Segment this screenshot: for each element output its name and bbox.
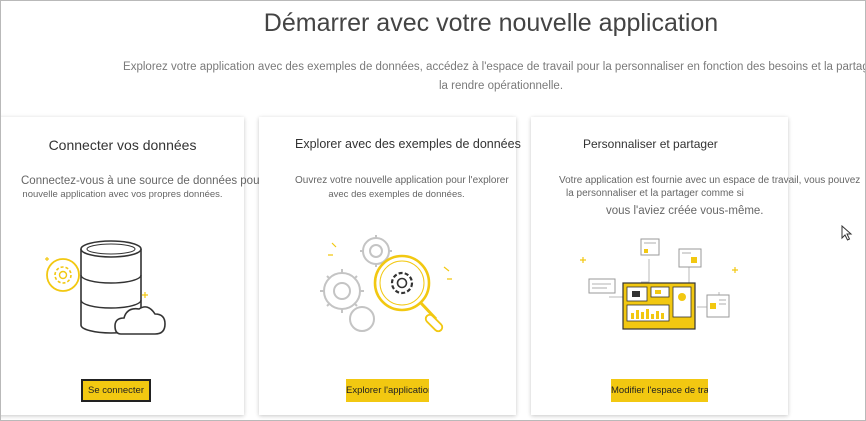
gears-magnifier-icon (320, 235, 452, 333)
intro-line-1: Explorez votre application avec des exem… (123, 61, 866, 73)
edit-workspace-button[interactable]: Modifier l'espace de travail (611, 379, 708, 402)
connect-button[interactable]: Se connecter (81, 379, 151, 402)
database-cloud-gear-icon (45, 240, 166, 335)
card-title: Explorer avec des exemples de données (295, 137, 521, 151)
explore-app-button[interactable]: Explorer l'application (346, 379, 429, 402)
card-description-line-2: la personnaliser et la partager comme si (566, 188, 744, 199)
card-explore-sample: Explorer avec des exemples de données Ou… (259, 117, 521, 415)
card-description-line-2: nouvelle application avec vos propres do… (22, 189, 223, 200)
dashboard-share-icon (580, 238, 738, 330)
intro-line-2: la rendre opérationnelle. (438, 80, 564, 92)
card-connect-data: Connecter vos données Connectez-vous à u… (1, 117, 292, 415)
card-description-line-3: vous l'aviez créée vous-même. (606, 205, 764, 217)
mouse-pointer-icon (841, 225, 853, 241)
card-description-line-1: Ouvrez votre nouvelle application pour l… (295, 175, 509, 186)
card-customize-share: Personnaliser et partager Votre applicat… (531, 117, 861, 415)
app-frame: Démarrer avec votre nouvelle application… (0, 0, 866, 421)
card-title: Connecter vos données (48, 137, 197, 153)
card-title: Personnaliser et partager (583, 137, 718, 151)
page-title: Démarrer avec votre nouvelle application (263, 9, 719, 37)
card-description-line-2: avec des exemples de données. (328, 189, 465, 200)
card-description-line-1: Connectez-vous à une source de données p… (21, 175, 293, 187)
page-intro: Explorez votre application avec des exem… (1, 58, 866, 96)
card-description-line-1: Votre application est fournie avec un es… (559, 175, 861, 186)
